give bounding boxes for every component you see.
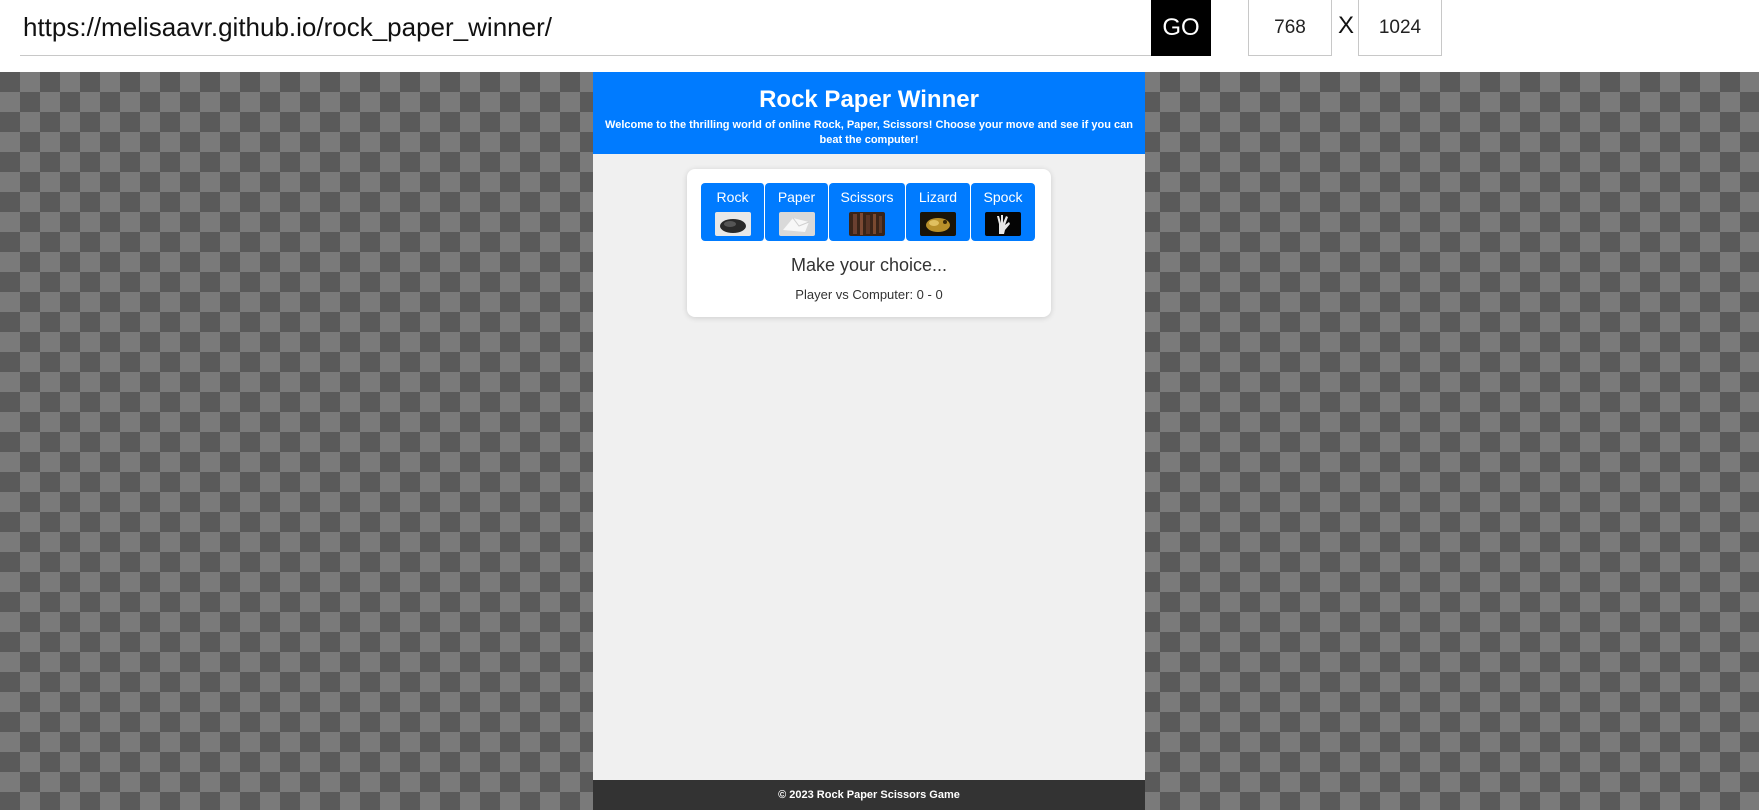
rock-photo-icon [714,212,751,236]
width-input[interactable] [1248,0,1332,56]
footer-copyright: © 2023 Rock Paper Scissors Game [778,789,960,801]
spock-hand-photo-icon [985,212,1021,236]
height-input[interactable] [1358,0,1442,56]
url-input[interactable] [20,0,1151,56]
lizard-label: Lizard [918,189,958,205]
scissors-button[interactable]: Scissors [829,183,906,241]
device-viewport: Rock Paper Winner Welcome to the thrilli… [593,72,1145,810]
page-title: Rock Paper Winner [759,86,979,113]
scissors-photo-icon [849,212,885,236]
checkerboard-stage: Rock Paper Winner Welcome to the thrilli… [0,72,1759,810]
viewer-toolbar: GO X [0,0,1759,72]
rock-button[interactable]: Rock [701,183,765,241]
site-header: Rock Paper Winner Welcome to the thrilli… [593,72,1145,154]
lizard-photo-icon [920,212,956,236]
go-button[interactable]: GO [1151,0,1211,56]
paper-label: Paper [777,189,816,205]
paper-photo-icon [778,212,815,236]
spock-label: Spock [983,189,1023,205]
page-subtitle: Welcome to the thrilling world of online… [605,119,1133,146]
paper-button[interactable]: Paper [765,183,829,241]
game-card: Rock Paper Scissors Lizard Spock Make yo… [687,169,1051,317]
choice-buttons: Rock Paper Scissors Lizard Spock [701,183,1035,241]
dimension-separator: X [1337,12,1354,39]
site-footer: © 2023 Rock Paper Scissors Game [593,780,1145,810]
spock-button[interactable]: Spock [971,183,1035,241]
result-message: Make your choice... [790,255,948,275]
rock-label: Rock [716,189,749,205]
score-display: Player vs Computer: 0 - 0 [795,287,943,302]
lizard-button[interactable]: Lizard [906,183,971,241]
scissors-label: Scissors [840,189,894,205]
